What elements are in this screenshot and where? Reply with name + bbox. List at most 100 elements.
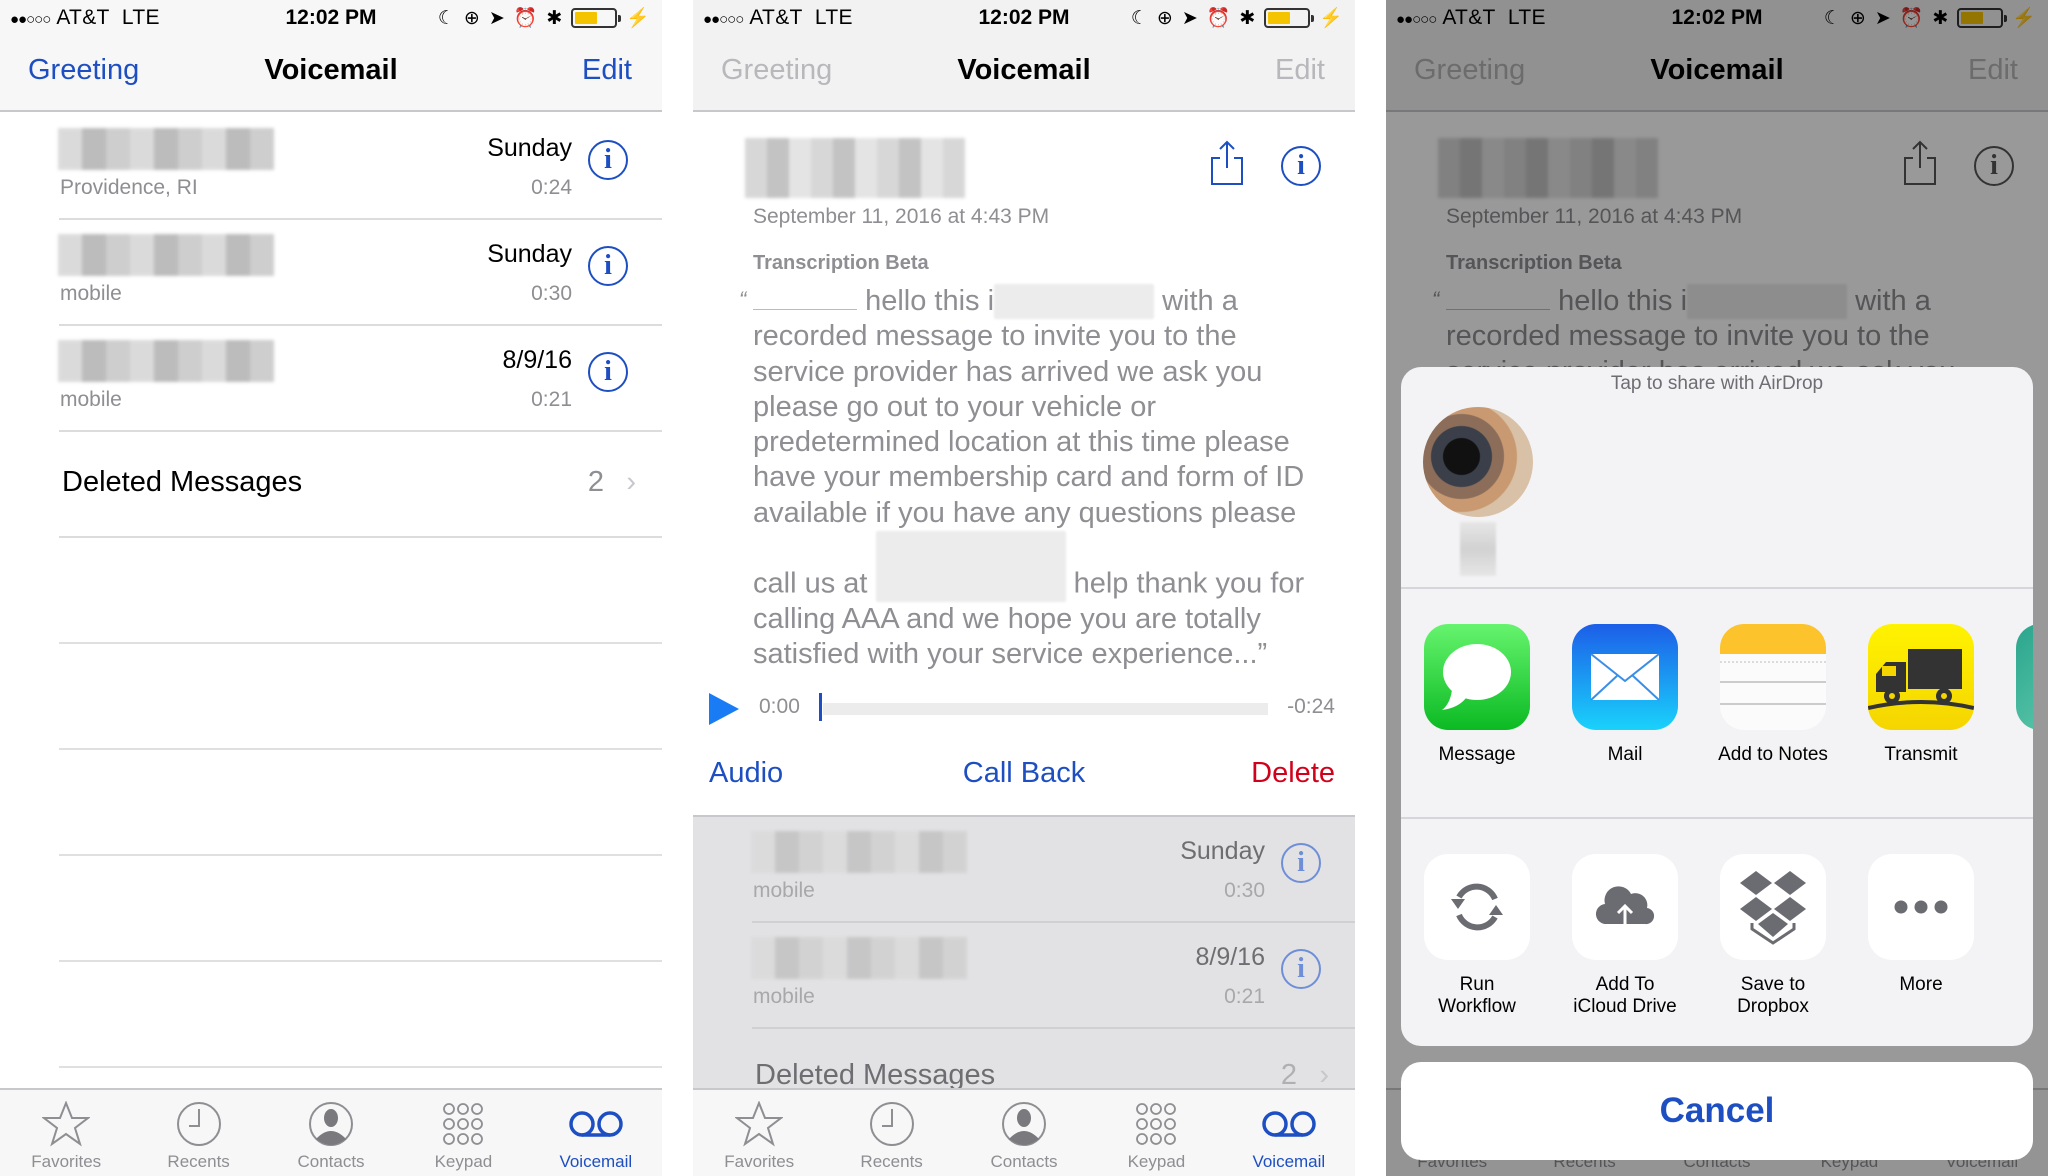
screen-voicemail-detail: ●●○○○ AT&T LTE 12:02 PM ☾ ⊕ ➤ ⏰ ✱ ⚡ Greet…	[693, 0, 1355, 1176]
share-sheet: Tap to share with AirDrop Message Mail A…	[1401, 367, 2033, 1046]
edit-button[interactable]: Edit	[1275, 54, 1325, 87]
clock-icon	[825, 1098, 957, 1150]
voicemail-icon	[530, 1098, 662, 1150]
battery-icon	[1264, 8, 1315, 28]
app-icon-partially-visible	[2016, 624, 2033, 730]
info-icon[interactable]: i	[588, 246, 628, 286]
tab-voicemail[interactable]: Voicemail	[1223, 1090, 1355, 1176]
airdrop-contact-avatar[interactable]	[1423, 407, 1533, 517]
charging-icon: ⚡	[626, 8, 650, 29]
share-app-notes[interactable]: Add to Notes	[1713, 624, 1833, 766]
voicemail-datetime: September 11, 2016 at 4:43 PM	[753, 205, 1050, 228]
voicemail-duration: 0:21	[1224, 985, 1265, 1008]
redacted-text: s [redacted]	[994, 284, 1155, 320]
voicemail-row[interactable]: mobile Sunday 0:30 i	[693, 817, 1355, 923]
caller-name-redacted	[58, 340, 274, 382]
deleted-messages-label: Deleted Messages	[62, 466, 303, 498]
more-icon	[1868, 854, 1974, 960]
scrubber-handle[interactable]	[819, 693, 822, 721]
share-app-transmit[interactable]: Transmit	[1861, 624, 1981, 766]
battery-icon	[571, 8, 622, 28]
info-icon[interactable]: i	[588, 140, 628, 180]
share-app-partial[interactable]	[2009, 624, 2033, 730]
share-action-more[interactable]: More	[1861, 854, 1981, 996]
nav-bar: Greeting Voicemail Edit	[693, 36, 1355, 112]
remaining-time: -0:24	[1287, 695, 1335, 718]
info-icon[interactable]: i	[1281, 843, 1321, 883]
share-app-mail[interactable]: Mail	[1565, 624, 1685, 766]
tab-bar: Favorites Recents Contacts Keypad Voicem…	[693, 1088, 1355, 1176]
page-title: Voicemail	[264, 54, 398, 86]
voicemail-date: Sunday	[487, 240, 572, 268]
share-action-dropbox[interactable]: Save to Dropbox	[1713, 854, 1833, 1018]
share-app-message[interactable]: Message	[1417, 624, 1537, 766]
mail-app-icon	[1572, 624, 1678, 730]
divider	[59, 536, 662, 538]
voicemail-list-dimmed: mobile Sunday 0:30 i mobile 8/9/16 0:21 …	[693, 815, 1355, 1091]
dropbox-icon	[1720, 854, 1826, 960]
divider	[59, 642, 662, 644]
location-icon: ➤	[488, 7, 505, 29]
deleted-messages-row[interactable]: Deleted Messages 2 ›	[0, 432, 662, 538]
bluetooth-icon: ✱	[546, 7, 563, 29]
info-icon[interactable]: i	[1281, 146, 1321, 186]
play-icon[interactable]	[709, 693, 739, 725]
share-action-icloud-drive[interactable]: Add To iCloud Drive	[1565, 854, 1685, 1018]
tab-favorites[interactable]: Favorites	[0, 1090, 132, 1176]
tab-contacts[interactable]: Contacts	[958, 1090, 1090, 1176]
star-icon	[0, 1098, 132, 1150]
tab-keypad[interactable]: Keypad	[397, 1090, 529, 1176]
caller-location: Providence, RI	[60, 176, 198, 199]
open-quote: “	[739, 287, 747, 312]
caller-name-redacted	[745, 138, 965, 198]
location-icon: ➤	[1181, 7, 1198, 29]
transcription-label: Transcription Beta	[753, 252, 929, 274]
info-icon[interactable]: i	[588, 352, 628, 392]
tab-voicemail[interactable]: Voicemail	[530, 1090, 662, 1176]
star-icon	[693, 1098, 825, 1150]
notes-app-icon	[1720, 624, 1826, 730]
keypad-icon	[1090, 1098, 1222, 1150]
status-bar: ●●○○○ AT&T LTE 12:02 PM ☾ ⊕ ➤ ⏰ ✱ ⚡	[693, 0, 1355, 36]
voicemail-row[interactable]: mobile 8/9/16 0:21 i	[693, 923, 1355, 1029]
status-bar: ●●○○○ AT&T LTE 12:02 PM ☾ ⊕ ➤ ⏰ ✱ ⚡	[0, 0, 662, 36]
voicemail-row[interactable]: mobile Sunday 0:30 i	[0, 220, 662, 326]
alarm-icon: ⏰	[513, 8, 538, 29]
keypad-icon	[397, 1098, 529, 1150]
voicemail-duration: 0:21	[531, 388, 572, 411]
playback-scrubber[interactable]	[823, 703, 1268, 715]
workflow-icon	[1424, 854, 1530, 960]
voicemail-date: Sunday	[1180, 837, 1265, 865]
tab-keypad[interactable]: Keypad	[1090, 1090, 1222, 1176]
delete-button[interactable]: Delete	[1251, 757, 1335, 790]
voicemail-icon	[1223, 1098, 1355, 1150]
voicemail-date: Sunday	[487, 134, 572, 162]
airdrop-hint: Tap to share with AirDrop	[1610, 373, 1824, 394]
page-title: Voicemail	[957, 54, 1091, 86]
edit-button[interactable]: Edit	[582, 54, 632, 87]
bluetooth-icon: ✱	[1239, 7, 1256, 29]
cancel-button[interactable]: Cancel	[1401, 1062, 2033, 1160]
rotation-lock-icon: ⊕	[463, 7, 480, 29]
do-not-disturb-icon: ☾	[437, 7, 455, 29]
transcription-text: “ hello this is [redacted] with a record…	[739, 284, 1313, 672]
caller-name-redacted	[58, 128, 274, 170]
person-icon	[265, 1098, 397, 1150]
tab-favorites[interactable]: Favorites	[693, 1090, 825, 1176]
share-icon[interactable]	[1210, 140, 1244, 185]
transmit-app-icon	[1868, 624, 1974, 730]
tab-contacts[interactable]: Contacts	[265, 1090, 397, 1176]
caller-name-redacted	[751, 937, 967, 979]
info-icon[interactable]: i	[1281, 949, 1321, 989]
tab-recents[interactable]: Recents	[825, 1090, 957, 1176]
voicemail-row[interactable]: mobile 8/9/16 0:21 i	[0, 326, 662, 432]
voicemail-row[interactable]: Providence, RI Sunday 0:24 i	[0, 114, 662, 220]
voicemail-date: 8/9/16	[502, 346, 572, 374]
screen-voicemail-list: ●●○○○ AT&T LTE 12:02 PM ☾ ⊕ ➤ ⏰ ✱ ⚡ Greet…	[0, 0, 662, 1176]
caller-label: mobile	[753, 985, 815, 1008]
caller-label: mobile	[60, 388, 122, 411]
tab-recents[interactable]: Recents	[132, 1090, 264, 1176]
screen-share-sheet: ●●○○○ AT&T LTE 12:02 PM ☾ ⊕ ➤ ⏰ ✱ ⚡ Greet…	[1386, 0, 2048, 1176]
share-action-run-workflow[interactable]: Run Workflow	[1417, 854, 1537, 1018]
voicemail-date: 8/9/16	[1195, 943, 1265, 971]
